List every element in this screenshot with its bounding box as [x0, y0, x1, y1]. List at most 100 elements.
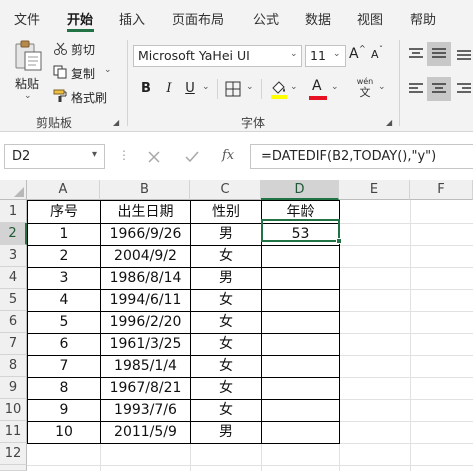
row-header-13[interactable]: [0, 465, 27, 471]
tab-page-layout[interactable]: 页面布局: [172, 9, 224, 28]
row-header-5[interactable]: 5: [0, 289, 27, 311]
select-all-corner[interactable]: [0, 180, 27, 200]
underline-dropdown-icon[interactable]: ⌄: [202, 82, 210, 92]
italic-button[interactable]: I: [159, 79, 179, 99]
cell-gender[interactable]: 女: [191, 246, 261, 267]
row-header-1[interactable]: 1: [0, 200, 27, 223]
cell-birth[interactable]: 2004/9/2: [101, 246, 190, 267]
cell-gender[interactable]: 男: [191, 268, 261, 289]
paste-button[interactable]: 粘贴 ⌄: [10, 38, 46, 101]
cell-gender[interactable]: 女: [191, 290, 261, 311]
header-cell-birth[interactable]: 出生日期: [101, 201, 190, 223]
tab-insert[interactable]: 插入: [119, 9, 145, 28]
column-header-c[interactable]: C: [190, 180, 261, 200]
copy-button[interactable]: 复制: [71, 65, 95, 82]
cell-birth[interactable]: 1985/1/4: [101, 356, 190, 377]
header-cell-gender[interactable]: 性别: [191, 201, 261, 223]
enter-icon[interactable]: [184, 150, 200, 164]
fill-color-icon[interactable]: [270, 79, 288, 99]
column-header-b[interactable]: B: [100, 180, 190, 200]
align-center-button[interactable]: [427, 77, 451, 101]
row-header-9[interactable]: 9: [0, 377, 27, 399]
decrease-font-button[interactable]: Aˇ: [371, 45, 389, 68]
underline-button[interactable]: U: [180, 79, 200, 99]
align-bottom-icon[interactable]: [455, 46, 473, 62]
phonetic-dropdown-icon[interactable]: ⌄: [378, 82, 386, 92]
row-header-3[interactable]: 3: [0, 245, 27, 267]
column-header-e[interactable]: E: [339, 180, 410, 200]
cell-birth[interactable]: 1996/2/20: [101, 312, 190, 333]
fill-handle[interactable]: [336, 238, 342, 244]
formula-input[interactable]: =DATEDIF(B2,TODAY(),"y"): [250, 144, 473, 169]
font-name-dropdown-icon[interactable]: ⌄: [290, 49, 298, 59]
cell-no[interactable]: 6: [28, 334, 100, 355]
name-box-dropdown-icon[interactable]: ▾: [92, 149, 97, 160]
insert-function-button[interactable]: fx: [222, 148, 234, 163]
cell-age[interactable]: [262, 268, 339, 289]
formula-bar-splitter-icon[interactable]: ⋮: [118, 148, 130, 162]
tab-file[interactable]: 文件: [14, 9, 40, 28]
cell-age[interactable]: [262, 290, 339, 311]
header-cell-no[interactable]: 序号: [28, 201, 100, 223]
bold-button[interactable]: B: [136, 79, 156, 99]
cell-no[interactable]: 4: [28, 290, 100, 311]
cell-birth[interactable]: 1994/6/11: [101, 290, 190, 311]
cell-gender[interactable]: 女: [191, 334, 261, 355]
cell-age[interactable]: [262, 422, 339, 443]
cell-birth[interactable]: 2011/5/9: [101, 422, 190, 443]
name-box[interactable]: D2: [4, 144, 105, 169]
tab-help[interactable]: 帮助: [410, 9, 436, 28]
format-painter-button[interactable]: 格式刷: [71, 89, 107, 106]
cell-birth[interactable]: 1967/8/21: [101, 378, 190, 399]
cell-birth[interactable]: 1986/8/14: [101, 268, 190, 289]
cell-birth[interactable]: 1993/7/6: [101, 400, 190, 421]
cell-age[interactable]: [262, 312, 339, 333]
cell-no[interactable]: 9: [28, 400, 100, 421]
cell-gender[interactable]: 女: [191, 312, 261, 333]
row-header-2[interactable]: 2: [0, 223, 27, 245]
cell-gender[interactable]: 女: [191, 356, 261, 377]
font-size-dropdown-icon[interactable]: ⌄: [333, 49, 341, 59]
font-launcher-icon[interactable]: ◢: [386, 118, 392, 127]
tab-view[interactable]: 视图: [357, 9, 383, 28]
cell-no[interactable]: 5: [28, 312, 100, 333]
cell-no[interactable]: 3: [28, 268, 100, 289]
font-name-select[interactable]: Microsoft YaHei UI: [133, 45, 302, 67]
cell-age[interactable]: [262, 246, 339, 267]
fill-color-dropdown-icon[interactable]: ⌄: [290, 82, 298, 92]
align-right-icon[interactable]: [455, 81, 473, 97]
cell-no[interactable]: 8: [28, 378, 100, 399]
row-header-7[interactable]: 7: [0, 333, 27, 355]
column-header-d[interactable]: D: [261, 180, 339, 200]
cell-no[interactable]: 10: [28, 422, 100, 443]
row-header-4[interactable]: 4: [0, 267, 27, 289]
cell-age[interactable]: [262, 400, 339, 421]
cell-gender[interactable]: 女: [191, 400, 261, 421]
cell-birth[interactable]: 1966/9/26: [101, 224, 190, 245]
align-middle-button[interactable]: [427, 42, 451, 66]
increase-font-button[interactable]: A ^: [349, 44, 367, 66]
cell-age[interactable]: [262, 378, 339, 399]
cell-no[interactable]: 2: [28, 246, 100, 267]
align-top-icon[interactable]: [407, 46, 425, 62]
column-header-f[interactable]: F: [410, 180, 473, 200]
cancel-icon[interactable]: [147, 150, 161, 164]
row-header-12[interactable]: 12: [0, 443, 27, 465]
cell-no[interactable]: 1: [28, 224, 100, 245]
cell-age[interactable]: [262, 356, 339, 377]
cell-age[interactable]: [262, 334, 339, 355]
cell-gender[interactable]: 男: [191, 422, 261, 443]
cell-gender[interactable]: 女: [191, 378, 261, 399]
font-color-dropdown-icon[interactable]: ⌄: [331, 82, 339, 92]
row-header-10[interactable]: 10: [0, 399, 27, 421]
cut-button[interactable]: 剪切: [71, 41, 95, 58]
copy-dropdown-icon[interactable]: ⌄: [104, 65, 112, 75]
cell-gender[interactable]: 男: [191, 224, 261, 245]
font-color-button[interactable]: A: [309, 78, 327, 100]
column-header-a[interactable]: A: [27, 180, 100, 200]
tab-data[interactable]: 数据: [305, 9, 331, 28]
clipboard-launcher-icon[interactable]: ◢: [113, 118, 119, 127]
tab-formulas[interactable]: 公式: [253, 9, 279, 28]
cell-birth[interactable]: 1961/3/25: [101, 334, 190, 355]
borders-dropdown-icon[interactable]: ⌄: [246, 82, 254, 92]
